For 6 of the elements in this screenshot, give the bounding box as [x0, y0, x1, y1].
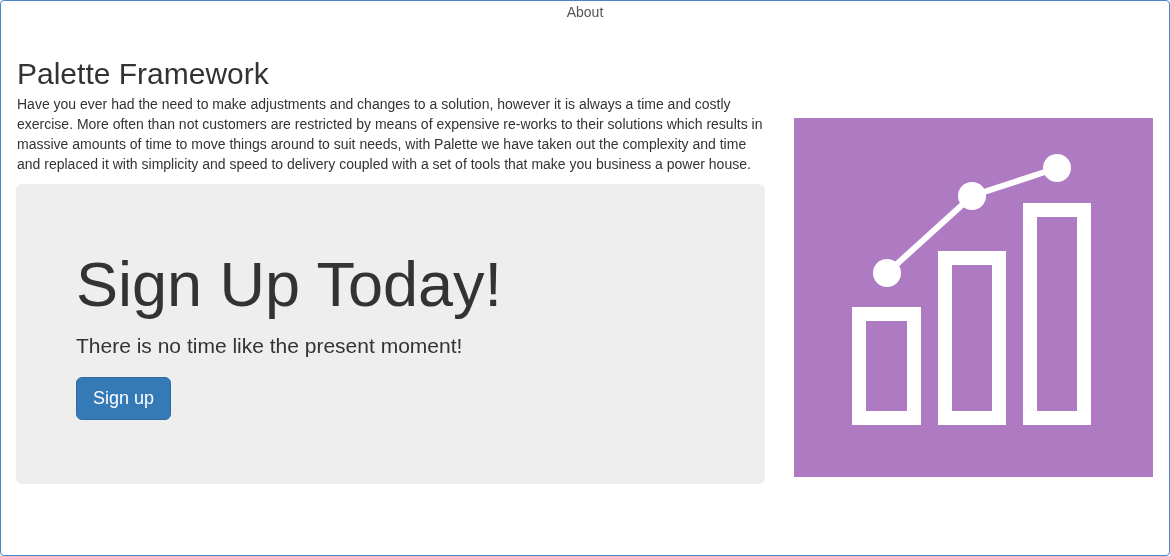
signup-heading: Sign Up Today!	[76, 248, 504, 321]
page-title: Palette Framework	[17, 57, 270, 91]
sign-up-button[interactable]: Sign up	[76, 377, 172, 420]
intro-paragraph: Have you ever had the need to make adjustments and changes to a solution, however it is always a time and costly exercise. More often than not customers are restricted by means of expensive re-works to their solutions which results in massive amounts of time to move things around to suit needs, with Palette we have taken out the complexity and time and replaced it with simplicity and speed to delivery coupled with a set of tools that make you business a power house.	[17, 95, 764, 174]
nav-link[interactable]: About	[566, 4, 604, 51]
signup-tagline: There is no time like the present moment!	[76, 333, 464, 359]
